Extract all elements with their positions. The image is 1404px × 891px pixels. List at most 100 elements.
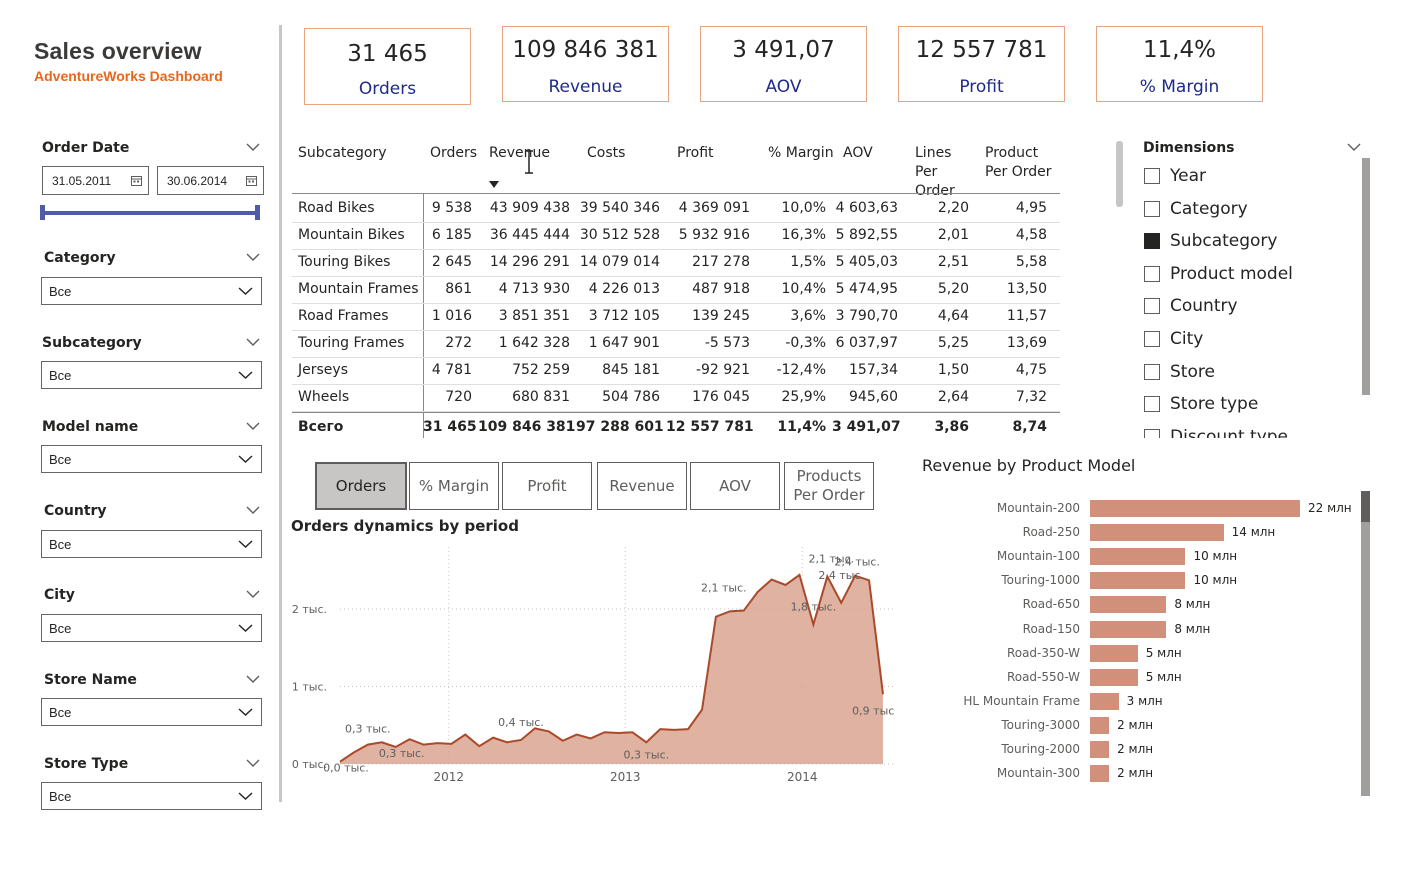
chevron-down-icon[interactable] [246,140,260,154]
date-range-slider-handle-end[interactable] [255,205,260,220]
dimensions-scrollbar-left[interactable] [1116,141,1123,207]
kpi-value: 31 465 [347,41,428,67]
bar[interactable] [1090,524,1224,542]
date-range-slider-track[interactable] [42,211,258,215]
checkbox[interactable] [1144,265,1160,282]
country-dropdown[interactable]: Все [41,530,262,558]
bar[interactable] [1090,548,1186,566]
dimension-option[interactable]: Country [1140,296,1350,324]
x-tick-label: 2014 [787,770,818,784]
table-cell: 14 296 291 [489,254,570,270]
checkbox[interactable] [1144,200,1160,217]
bar[interactable] [1090,620,1167,638]
date-end-input[interactable]: 30.06.2014 [157,166,264,195]
chevron-down-icon[interactable] [246,587,260,601]
table-cell: 1 016 [431,308,472,324]
dimension-option[interactable]: Subcategory [1140,231,1350,259]
table-cell: 13,50 [1006,281,1047,297]
filter-label-store-name: Store Name [44,672,137,688]
table-header[interactable]: Product Per Order [985,144,1057,182]
dimension-option[interactable]: Store type [1140,394,1350,422]
table-cell: 487 918 [692,281,750,297]
table-row[interactable]: Mountain Frames 861 4 713 930 4 226 013 487 … [292,276,1060,304]
checkbox[interactable] [1144,233,1160,250]
chevron-down-icon[interactable] [246,756,260,770]
table-cell: 10,0% [781,200,826,216]
kpi-value: 12 557 781 [915,37,1048,63]
chevron-down-icon[interactable] [246,419,260,433]
model-name-dropdown[interactable]: Все [41,445,262,473]
metric-button-profit[interactable]: Profit [502,462,592,510]
table-total-cell: 31 465 [423,419,477,435]
table-row[interactable]: Road Frames 1 016 3 851 351 3 712 105 139 24… [292,303,1060,331]
bar[interactable] [1090,596,1167,614]
calendar-icon [131,176,142,186]
dimension-option[interactable]: Category [1140,199,1350,227]
bar-chart-scrollbar-thumb[interactable] [1361,491,1370,522]
bar[interactable] [1090,668,1138,686]
chevron-down-icon[interactable] [246,250,260,264]
bar[interactable] [1090,741,1110,758]
chevron-down-icon[interactable] [246,503,260,517]
metric-button-margin[interactable]: % Margin [409,462,499,510]
bar-chart-scrollbar-track[interactable] [1361,522,1370,796]
checkbox[interactable] [1144,363,1160,380]
table-cell: 1,5% [790,254,826,270]
metric-button-orders[interactable]: Orders [315,462,407,510]
table-cell: 4,95 [1015,200,1047,216]
table-cell-subcategory: Jerseys [298,362,348,378]
table-cell: 1 642 328 [498,335,570,351]
table-header[interactable]: Costs [587,144,677,163]
subcategory-dropdown[interactable]: Все [41,361,262,389]
table-row[interactable]: Touring Frames 272 1 642 328 1 647 901 -5 57… [292,330,1060,358]
table-row[interactable]: Road Bikes 9 538 43 909 438 39 540 346 4 369… [292,195,1060,223]
metric-button-products-per-order[interactable]: Products Per Order [784,462,874,510]
bar[interactable] [1090,692,1119,710]
dimension-option[interactable]: Product model [1140,264,1350,292]
chevron-down-icon[interactable] [1347,140,1361,154]
table-header[interactable]: Profit [677,144,767,163]
table-cell: 14 079 014 [579,254,660,270]
revenue-bar-chart: Mountain-200 22 млн Road-250 14 млн Mountain… [920,496,1360,796]
table-cell: 5,20 [937,281,969,297]
checkbox[interactable] [1144,428,1160,438]
bar[interactable] [1090,572,1186,590]
bar[interactable] [1090,500,1300,517]
dimension-option[interactable]: Year [1140,166,1350,194]
table-row[interactable]: Mountain Bikes 6 185 36 445 444 30 512 528 5… [292,222,1060,250]
chevron-down-icon[interactable] [246,672,260,686]
table-row[interactable]: Jerseys 4 781 752 259 845 181 -92 921 -12,4% 1… [292,357,1060,385]
dimension-option-label: Store type [1170,394,1259,415]
checkbox[interactable] [1144,396,1160,413]
table-cell: 680 831 [512,389,570,405]
bar[interactable] [1090,644,1138,662]
table-total-cell: 109 846 381 [478,419,576,435]
bar[interactable] [1090,716,1110,734]
checkbox[interactable] [1144,331,1160,347]
chevron-down-icon[interactable] [246,335,260,349]
bar-value-label: 14 млн [1231,525,1276,540]
subcategory-dropdown-value: Все [49,368,72,383]
metric-button-revenue[interactable]: Revenue [597,462,687,510]
checkbox[interactable] [1144,298,1160,315]
kpi-label: % Margin [1139,77,1220,97]
dimension-option[interactable]: Store [1140,362,1350,390]
checkbox[interactable] [1144,168,1160,184]
table-row[interactable]: Wheels 720 680 831 504 786 176 045 25,9% 945,6… [292,384,1060,412]
dimension-option[interactable]: City [1140,329,1350,357]
dimension-option[interactable]: Discount type [1140,427,1350,438]
table-cell: 845 181 [602,362,660,378]
table-header[interactable]: Subcategory [298,144,388,163]
store-type-dropdown[interactable]: Все [41,782,262,810]
bar[interactable] [1090,765,1110,783]
table-row[interactable]: Touring Bikes 2 645 14 296 291 14 079 014 21… [292,249,1060,277]
table-header[interactable]: Revenue [489,144,579,163]
store-name-dropdown[interactable]: Все [41,698,262,726]
category-dropdown[interactable]: Все [41,277,262,305]
bar-category-label: Road-250 [1022,525,1080,540]
date-range-slider-handle-start[interactable] [40,205,45,220]
city-dropdown[interactable]: Все [41,614,262,642]
date-start-input[interactable]: 31.05.2011 [42,166,149,195]
metric-button-aov[interactable]: AOV [690,462,780,510]
dimensions-scrollbar[interactable] [1362,158,1370,395]
